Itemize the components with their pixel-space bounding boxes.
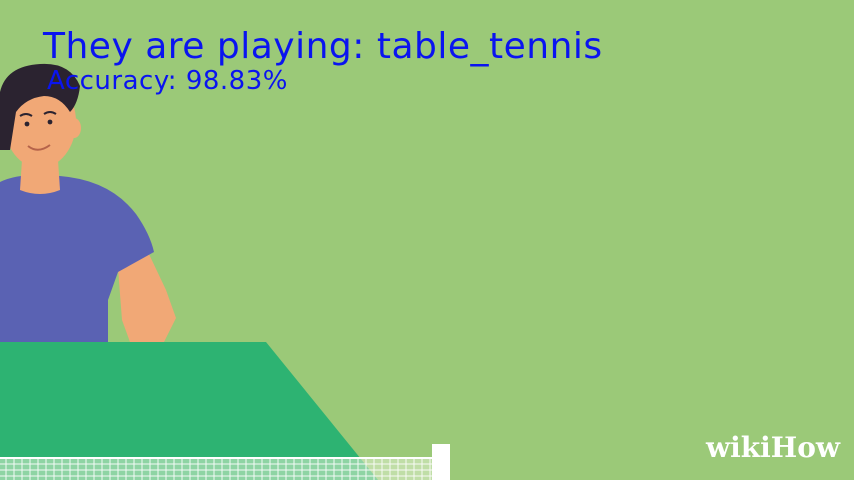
accuracy-label: Accuracy: 98.83% bbox=[47, 66, 288, 96]
net-post bbox=[432, 444, 450, 480]
player-eye bbox=[24, 121, 30, 127]
player-ear bbox=[67, 118, 81, 138]
wikihow-logo: wikiHow bbox=[705, 431, 840, 464]
video-frame: They are playing: table_tennis Accuracy:… bbox=[0, 0, 854, 480]
player-eye bbox=[47, 119, 53, 125]
